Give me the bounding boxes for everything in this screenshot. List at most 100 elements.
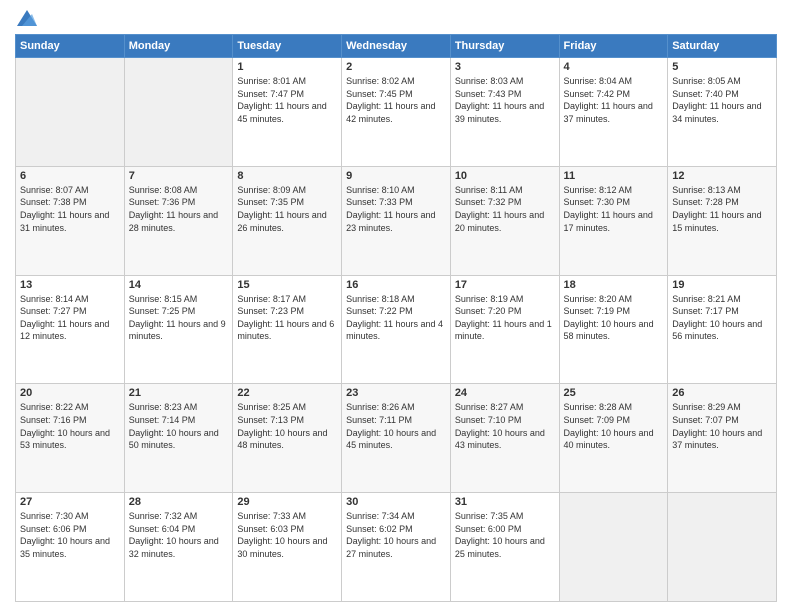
day-info: Sunrise: 8:29 AMSunset: 7:07 PMDaylight:… [672, 401, 772, 451]
day-number: 2 [346, 61, 446, 73]
calendar-cell [16, 58, 125, 167]
calendar-cell: 8 Sunrise: 8:09 AMSunset: 7:35 PMDaylight… [233, 166, 342, 275]
calendar-cell: 11 Sunrise: 8:12 AMSunset: 7:30 PMDayligh… [559, 166, 668, 275]
day-number: 21 [129, 387, 229, 399]
day-info: Sunrise: 8:07 AMSunset: 7:38 PMDaylight:… [20, 184, 120, 234]
calendar-cell: 19Sunrise: 8:21 AMSunset: 7:17 PMDayligh… [668, 275, 777, 384]
day-number: 16 [346, 279, 446, 291]
day-info: Sunrise: 7:30 AMSunset: 6:06 PMDaylight:… [20, 510, 120, 560]
day-number: 24 [455, 387, 555, 399]
day-number: 12 [672, 170, 772, 182]
day-number: 31 [455, 496, 555, 508]
weekday-thursday: Thursday [450, 35, 559, 58]
day-number: 26 [672, 387, 772, 399]
day-number: 19 [672, 279, 772, 291]
calendar-cell: 12 Sunrise: 8:13 AMSunset: 7:28 PMDayligh… [668, 166, 777, 275]
day-number: 27 [20, 496, 120, 508]
day-number: 9 [346, 170, 446, 182]
logo-text [15, 10, 37, 26]
day-number: 17 [455, 279, 555, 291]
calendar-cell: 18Sunrise: 8:20 AMSunset: 7:19 PMDayligh… [559, 275, 668, 384]
week-row-3: 13 Sunrise: 8:14 AMSunset: 7:27 PMDayligh… [16, 275, 777, 384]
weekday-sunday: Sunday [16, 35, 125, 58]
weekday-wednesday: Wednesday [342, 35, 451, 58]
day-info: Sunrise: 8:25 AMSunset: 7:13 PMDaylight:… [237, 401, 337, 451]
day-info: Sunrise: 7:33 AMSunset: 6:03 PMDaylight:… [237, 510, 337, 560]
day-info: Sunrise: 8:28 AMSunset: 7:09 PMDaylight:… [564, 401, 664, 451]
day-number: 22 [237, 387, 337, 399]
calendar-cell: 6 Sunrise: 8:07 AMSunset: 7:38 PMDaylight… [16, 166, 125, 275]
calendar-cell: 24 Sunrise: 8:27 AMSunset: 7:10 PMDayligh… [450, 384, 559, 493]
day-number: 3 [455, 61, 555, 73]
day-info: Sunrise: 8:18 AMSunset: 7:22 PMDaylight:… [346, 293, 446, 343]
day-number: 30 [346, 496, 446, 508]
day-number: 8 [237, 170, 337, 182]
day-number: 25 [564, 387, 664, 399]
day-info: Sunrise: 7:32 AMSunset: 6:04 PMDaylight:… [129, 510, 229, 560]
calendar-cell: 7 Sunrise: 8:08 AMSunset: 7:36 PMDaylight… [124, 166, 233, 275]
page: SundayMondayTuesdayWednesdayThursdayFrid… [0, 0, 792, 612]
day-number: 23 [346, 387, 446, 399]
calendar-cell: 5 Sunrise: 8:05 AMSunset: 7:40 PMDaylight… [668, 58, 777, 167]
calendar-cell: 10Sunrise: 8:11 AMSunset: 7:32 PMDayligh… [450, 166, 559, 275]
logo [15, 10, 37, 26]
calendar-cell: 4Sunrise: 8:04 AMSunset: 7:42 PMDaylight… [559, 58, 668, 167]
weekday-header-row: SundayMondayTuesdayWednesdayThursdayFrid… [16, 35, 777, 58]
day-number: 1 [237, 61, 337, 73]
day-number: 11 [564, 170, 664, 182]
day-info: Sunrise: 8:03 AMSunset: 7:43 PMDaylight:… [455, 75, 555, 125]
calendar-cell: 30Sunrise: 7:34 AMSunset: 6:02 PMDayligh… [342, 493, 451, 602]
calendar-cell: 1 Sunrise: 8:01 AMSunset: 7:47 PMDaylight… [233, 58, 342, 167]
calendar-cell: 15 Sunrise: 8:17 AMSunset: 7:23 PMDayligh… [233, 275, 342, 384]
day-info: Sunrise: 8:22 AMSunset: 7:16 PMDaylight:… [20, 401, 120, 451]
day-number: 29 [237, 496, 337, 508]
weekday-monday: Monday [124, 35, 233, 58]
week-row-5: 27 Sunrise: 7:30 AMSunset: 6:06 PMDayligh… [16, 493, 777, 602]
header [15, 10, 777, 26]
calendar-cell: 17 Sunrise: 8:19 AMSunset: 7:20 PMDayligh… [450, 275, 559, 384]
day-info: Sunrise: 8:08 AMSunset: 7:36 PMDaylight:… [129, 184, 229, 234]
day-info: Sunrise: 8:19 AMSunset: 7:20 PMDaylight:… [455, 293, 555, 343]
calendar-cell: 20Sunrise: 8:22 AMSunset: 7:16 PMDayligh… [16, 384, 125, 493]
day-info: Sunrise: 8:13 AMSunset: 7:28 PMDaylight:… [672, 184, 772, 234]
day-number: 13 [20, 279, 120, 291]
day-number: 6 [20, 170, 120, 182]
day-info: Sunrise: 8:17 AMSunset: 7:23 PMDaylight:… [237, 293, 337, 343]
day-number: 7 [129, 170, 229, 182]
day-info: Sunrise: 8:10 AMSunset: 7:33 PMDaylight:… [346, 184, 446, 234]
day-number: 14 [129, 279, 229, 291]
calendar-cell: 31 Sunrise: 7:35 AMSunset: 6:00 PMDayligh… [450, 493, 559, 602]
weekday-saturday: Saturday [668, 35, 777, 58]
calendar-cell: 21Sunrise: 8:23 AMSunset: 7:14 PMDayligh… [124, 384, 233, 493]
day-number: 4 [564, 61, 664, 73]
day-info: Sunrise: 8:09 AMSunset: 7:35 PMDaylight:… [237, 184, 337, 234]
day-info: Sunrise: 8:26 AMSunset: 7:11 PMDaylight:… [346, 401, 446, 451]
calendar-cell: 27 Sunrise: 7:30 AMSunset: 6:06 PMDayligh… [16, 493, 125, 602]
calendar-cell: 14 Sunrise: 8:15 AMSunset: 7:25 PMDayligh… [124, 275, 233, 384]
day-info: Sunrise: 8:27 AMSunset: 7:10 PMDaylight:… [455, 401, 555, 451]
weekday-friday: Friday [559, 35, 668, 58]
day-number: 15 [237, 279, 337, 291]
calendar-cell: 28 Sunrise: 7:32 AMSunset: 6:04 PMDayligh… [124, 493, 233, 602]
day-info: Sunrise: 8:02 AMSunset: 7:45 PMDaylight:… [346, 75, 446, 125]
calendar-cell: 13 Sunrise: 8:14 AMSunset: 7:27 PMDayligh… [16, 275, 125, 384]
day-info: Sunrise: 7:35 AMSunset: 6:00 PMDaylight:… [455, 510, 555, 560]
calendar-cell [124, 58, 233, 167]
weekday-tuesday: Tuesday [233, 35, 342, 58]
day-info: Sunrise: 8:15 AMSunset: 7:25 PMDaylight:… [129, 293, 229, 343]
calendar-cell: 16 Sunrise: 8:18 AMSunset: 7:22 PMDayligh… [342, 275, 451, 384]
calendar-cell: 3 Sunrise: 8:03 AMSunset: 7:43 PMDaylight… [450, 58, 559, 167]
week-row-4: 20Sunrise: 8:22 AMSunset: 7:16 PMDayligh… [16, 384, 777, 493]
calendar-cell: 26 Sunrise: 8:29 AMSunset: 7:07 PMDayligh… [668, 384, 777, 493]
calendar-table: SundayMondayTuesdayWednesdayThursdayFrid… [15, 34, 777, 602]
day-info: Sunrise: 8:01 AMSunset: 7:47 PMDaylight:… [237, 75, 337, 125]
day-number: 5 [672, 61, 772, 73]
calendar-cell: 23 Sunrise: 8:26 AMSunset: 7:11 PMDayligh… [342, 384, 451, 493]
day-info: Sunrise: 8:11 AMSunset: 7:32 PMDaylight:… [455, 184, 555, 234]
day-number: 28 [129, 496, 229, 508]
day-info: Sunrise: 8:05 AMSunset: 7:40 PMDaylight:… [672, 75, 772, 125]
day-number: 18 [564, 279, 664, 291]
day-info: Sunrise: 8:12 AMSunset: 7:30 PMDaylight:… [564, 184, 664, 234]
calendar-cell [668, 493, 777, 602]
day-info: Sunrise: 8:14 AMSunset: 7:27 PMDaylight:… [20, 293, 120, 343]
